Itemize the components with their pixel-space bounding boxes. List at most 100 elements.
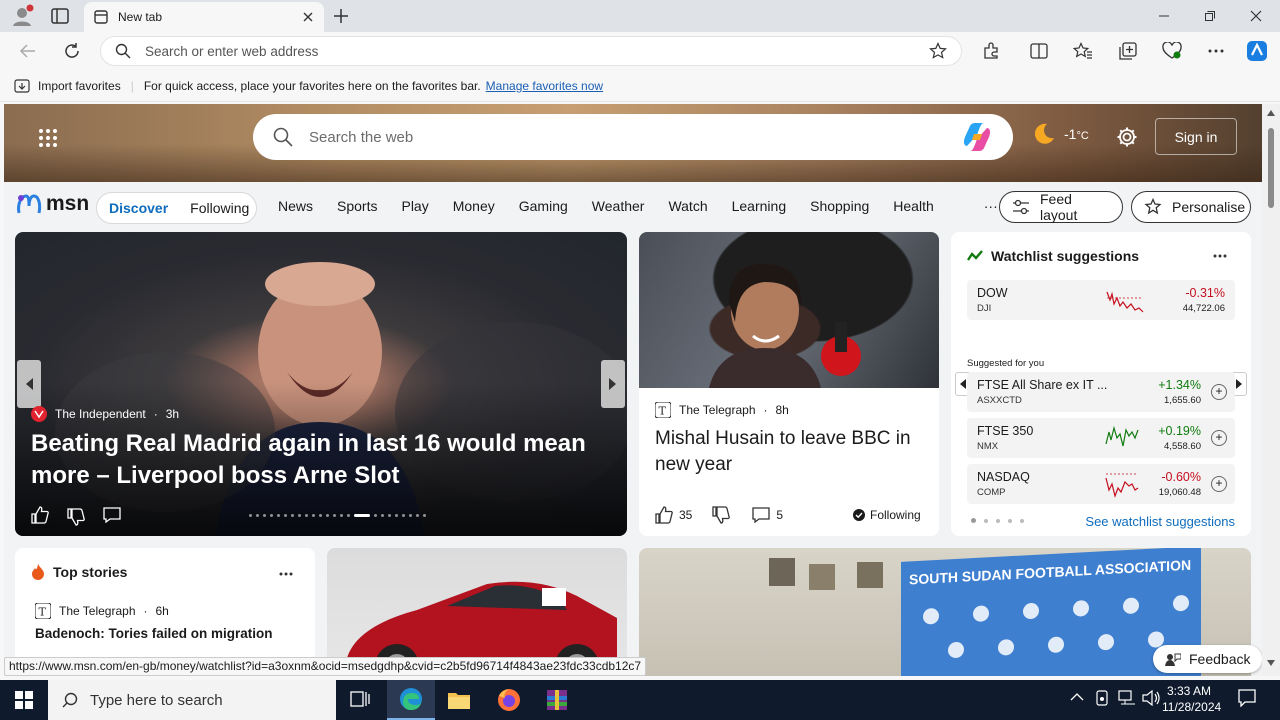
carousel-dot[interactable]: [402, 514, 405, 517]
carousel-dot[interactable]: [263, 514, 266, 517]
carousel-dot[interactable]: [381, 514, 384, 517]
carousel-dot[interactable]: [256, 514, 259, 517]
pager-dot[interactable]: [1020, 518, 1024, 523]
address-bar[interactable]: Search or enter web address: [100, 36, 962, 66]
carousel-dot[interactable]: [298, 514, 301, 517]
web-search-box[interactable]: Search the web: [253, 114, 1013, 160]
carousel-dot[interactable]: [319, 514, 322, 517]
dislike-icon[interactable]: [712, 506, 731, 524]
weather-widget[interactable]: -1°C: [1032, 122, 1089, 146]
split-screen-icon[interactable]: [1027, 40, 1051, 62]
carousel-dot[interactable]: [305, 514, 308, 517]
volume-icon[interactable]: [1142, 690, 1160, 706]
like-icon[interactable]: [655, 506, 673, 524]
stock-row-dow[interactable]: DOW DJI -0.31% 44,722.06: [967, 280, 1235, 320]
carousel-dot[interactable]: [340, 514, 343, 517]
tab-discover[interactable]: Discover: [109, 200, 168, 216]
story-card-telegraph[interactable]: T The Telegraph · 8h Mishal Husain to le…: [639, 232, 939, 536]
feed-layout-button[interactable]: Feed layout: [999, 191, 1123, 223]
tray-chevron-icon[interactable]: [1070, 692, 1084, 702]
nav-more-button[interactable]: ···: [984, 198, 998, 214]
top-stories-more-icon[interactable]: [279, 572, 293, 576]
copilot-icon[interactable]: [1245, 40, 1269, 62]
sign-in-button[interactable]: Sign in: [1155, 118, 1237, 155]
pager-dot[interactable]: [971, 518, 976, 523]
carousel-dot[interactable]: [423, 514, 426, 517]
import-favorites-icon[interactable]: [14, 78, 30, 93]
minimize-button[interactable]: [1141, 0, 1187, 32]
stock-row-ftse-all-share[interactable]: FTSE All Share ex IT ... ASXXCTD +1.34% …: [967, 372, 1235, 412]
tab-actions-icon[interactable]: [50, 7, 70, 25]
like-icon[interactable]: [31, 506, 49, 524]
watchlist-more-icon[interactable]: [1213, 254, 1227, 258]
nav-sports[interactable]: Sports: [337, 198, 377, 214]
import-favorites-button[interactable]: Import favorites: [38, 79, 121, 93]
profile-icon[interactable]: [10, 4, 34, 28]
carousel-dot[interactable]: [409, 514, 412, 517]
new-tab-button[interactable]: [332, 7, 350, 25]
comment-icon[interactable]: [103, 507, 121, 523]
add-to-watchlist-button[interactable]: +: [1211, 476, 1227, 492]
carousel-dot[interactable]: [312, 514, 315, 517]
nav-shopping[interactable]: Shopping: [810, 198, 869, 214]
nav-weather[interactable]: Weather: [592, 198, 645, 214]
edge-taskbar-icon[interactable]: [387, 680, 435, 720]
carousel-dot[interactable]: [354, 514, 370, 517]
taskbar-search-box[interactable]: Type here to search: [48, 680, 336, 720]
add-to-watchlist-button[interactable]: +: [1211, 430, 1227, 446]
carousel-dot[interactable]: [416, 514, 419, 517]
msn-logo[interactable]: msn: [16, 192, 89, 216]
notifications-icon[interactable]: [1238, 689, 1256, 707]
pager-dot[interactable]: [996, 518, 1000, 523]
pager-dot[interactable]: [984, 518, 988, 523]
carousel-next-button[interactable]: [601, 360, 625, 408]
close-window-button[interactable]: [1233, 0, 1279, 32]
carousel-dot[interactable]: [333, 514, 336, 517]
restore-button[interactable]: [1187, 0, 1233, 32]
nav-gaming[interactable]: Gaming: [519, 198, 568, 214]
carousel-prev-button[interactable]: [17, 360, 41, 408]
stock-row-ftse-350[interactable]: FTSE 350 NMX +0.19% 4,558.60 +: [967, 418, 1235, 458]
carousel-dot[interactable]: [347, 514, 350, 517]
page-scrollbar[interactable]: [1262, 104, 1280, 676]
apps-grid-icon[interactable]: [38, 128, 58, 148]
carousel-dot[interactable]: [291, 514, 294, 517]
carousel-dot[interactable]: [277, 514, 280, 517]
settings-gear-icon[interactable]: [1116, 126, 1138, 148]
winrar-icon[interactable]: [533, 680, 581, 720]
following-badge[interactable]: Following: [853, 508, 921, 522]
carousel-dot[interactable]: [249, 514, 252, 517]
stock-row-nasdaq[interactable]: NASDAQ COMP -0.60% 19,060.48 +: [967, 464, 1235, 504]
network-icon[interactable]: [1118, 690, 1136, 706]
nav-health[interactable]: Health: [893, 198, 933, 214]
add-to-watchlist-button[interactable]: +: [1211, 384, 1227, 400]
pager-dot[interactable]: [1008, 518, 1012, 523]
copilot-icon[interactable]: [961, 122, 993, 152]
personalise-button[interactable]: Personalise: [1131, 191, 1251, 223]
nav-play[interactable]: Play: [401, 198, 428, 214]
carousel-dot[interactable]: [388, 514, 391, 517]
tray-device-icon[interactable]: [1094, 690, 1110, 706]
refresh-icon[interactable]: [60, 40, 84, 62]
windows-start-button[interactable]: [0, 680, 48, 720]
comment-icon[interactable]: [752, 507, 771, 523]
extensions-icon[interactable]: [979, 40, 1003, 62]
favorites-icon[interactable]: [1071, 40, 1095, 62]
close-tab-icon[interactable]: [302, 11, 314, 23]
watchlist-title[interactable]: Watchlist suggestions: [991, 248, 1139, 264]
taskbar-clock[interactable]: 3:33 AM 11/28/2024: [1162, 683, 1221, 715]
nav-money[interactable]: Money: [453, 198, 495, 214]
file-explorer-icon[interactable]: [435, 680, 483, 720]
carousel-dot[interactable]: [326, 514, 329, 517]
story2-title[interactable]: Mishal Husain to leave BBC in new year: [655, 426, 925, 478]
nav-learning[interactable]: Learning: [732, 198, 787, 214]
taskbar-search-input[interactable]: Type here to search: [90, 692, 223, 709]
top-story-headline[interactable]: Badenoch: Tories failed on migration: [35, 626, 273, 641]
tab-following[interactable]: Following: [190, 200, 249, 216]
feedback-button[interactable]: Feedback: [1153, 645, 1262, 673]
favorite-star-icon[interactable]: [929, 42, 947, 60]
performance-icon[interactable]: [1160, 40, 1184, 62]
main-story-title[interactable]: Beating Real Madrid again in last 16 wou…: [31, 428, 591, 492]
web-search-input[interactable]: Search the web: [309, 129, 961, 146]
task-view-icon[interactable]: [336, 680, 384, 720]
